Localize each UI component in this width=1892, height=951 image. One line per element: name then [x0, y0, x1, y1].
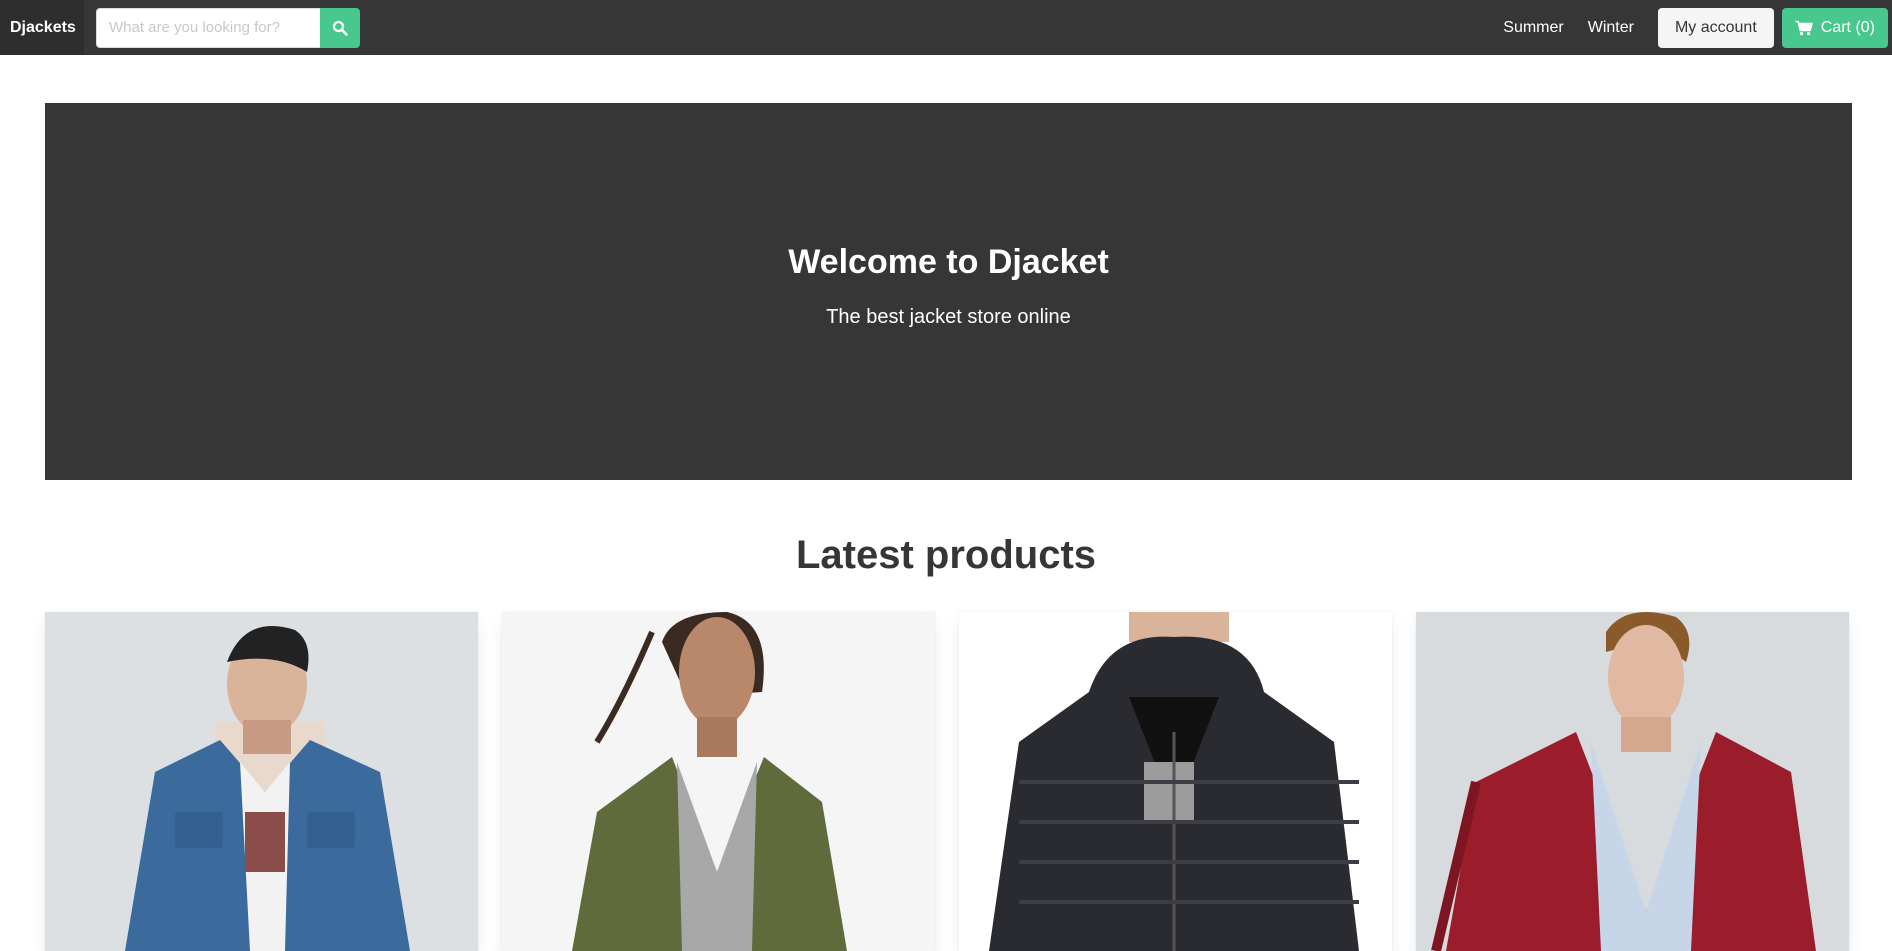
nav-link-summer[interactable]: Summer [1491, 19, 1575, 37]
product-card[interactable] [959, 612, 1392, 951]
brand-logo[interactable]: Djackets [0, 0, 84, 55]
product-image-denim-jacket[interactable] [45, 612, 478, 951]
nav-link-winter[interactable]: Winter [1576, 19, 1646, 37]
product-card[interactable] [45, 612, 478, 951]
cart-icon [1795, 20, 1813, 35]
product-card[interactable] [1416, 612, 1849, 951]
hero-banner: Welcome to Djacket The best jacket store… [45, 103, 1852, 480]
my-account-button[interactable]: My account [1657, 7, 1774, 48]
product-card[interactable] [502, 612, 935, 951]
search-button[interactable] [320, 7, 360, 48]
product-image-puffer-jacket[interactable] [959, 612, 1392, 951]
cart-label: Cart (0) [1820, 18, 1875, 36]
product-grid [45, 612, 1852, 951]
hero-title: Welcome to Djacket [788, 242, 1109, 281]
product-image-red-bomber[interactable] [1416, 612, 1849, 951]
search-icon [332, 20, 348, 36]
latest-products-title: Latest products [795, 533, 1097, 577]
hero-subtitle: The best jacket store online [826, 305, 1071, 328]
navbar: Djackets Summer Winter My account Cart (… [0, 0, 1892, 55]
product-image-olive-bomber[interactable] [502, 612, 935, 951]
navbar-end: Summer Winter My account Cart (0) [1491, 0, 1892, 55]
search-input[interactable] [96, 7, 320, 48]
cart-button[interactable]: Cart (0) [1781, 7, 1888, 48]
search-form [96, 7, 360, 48]
